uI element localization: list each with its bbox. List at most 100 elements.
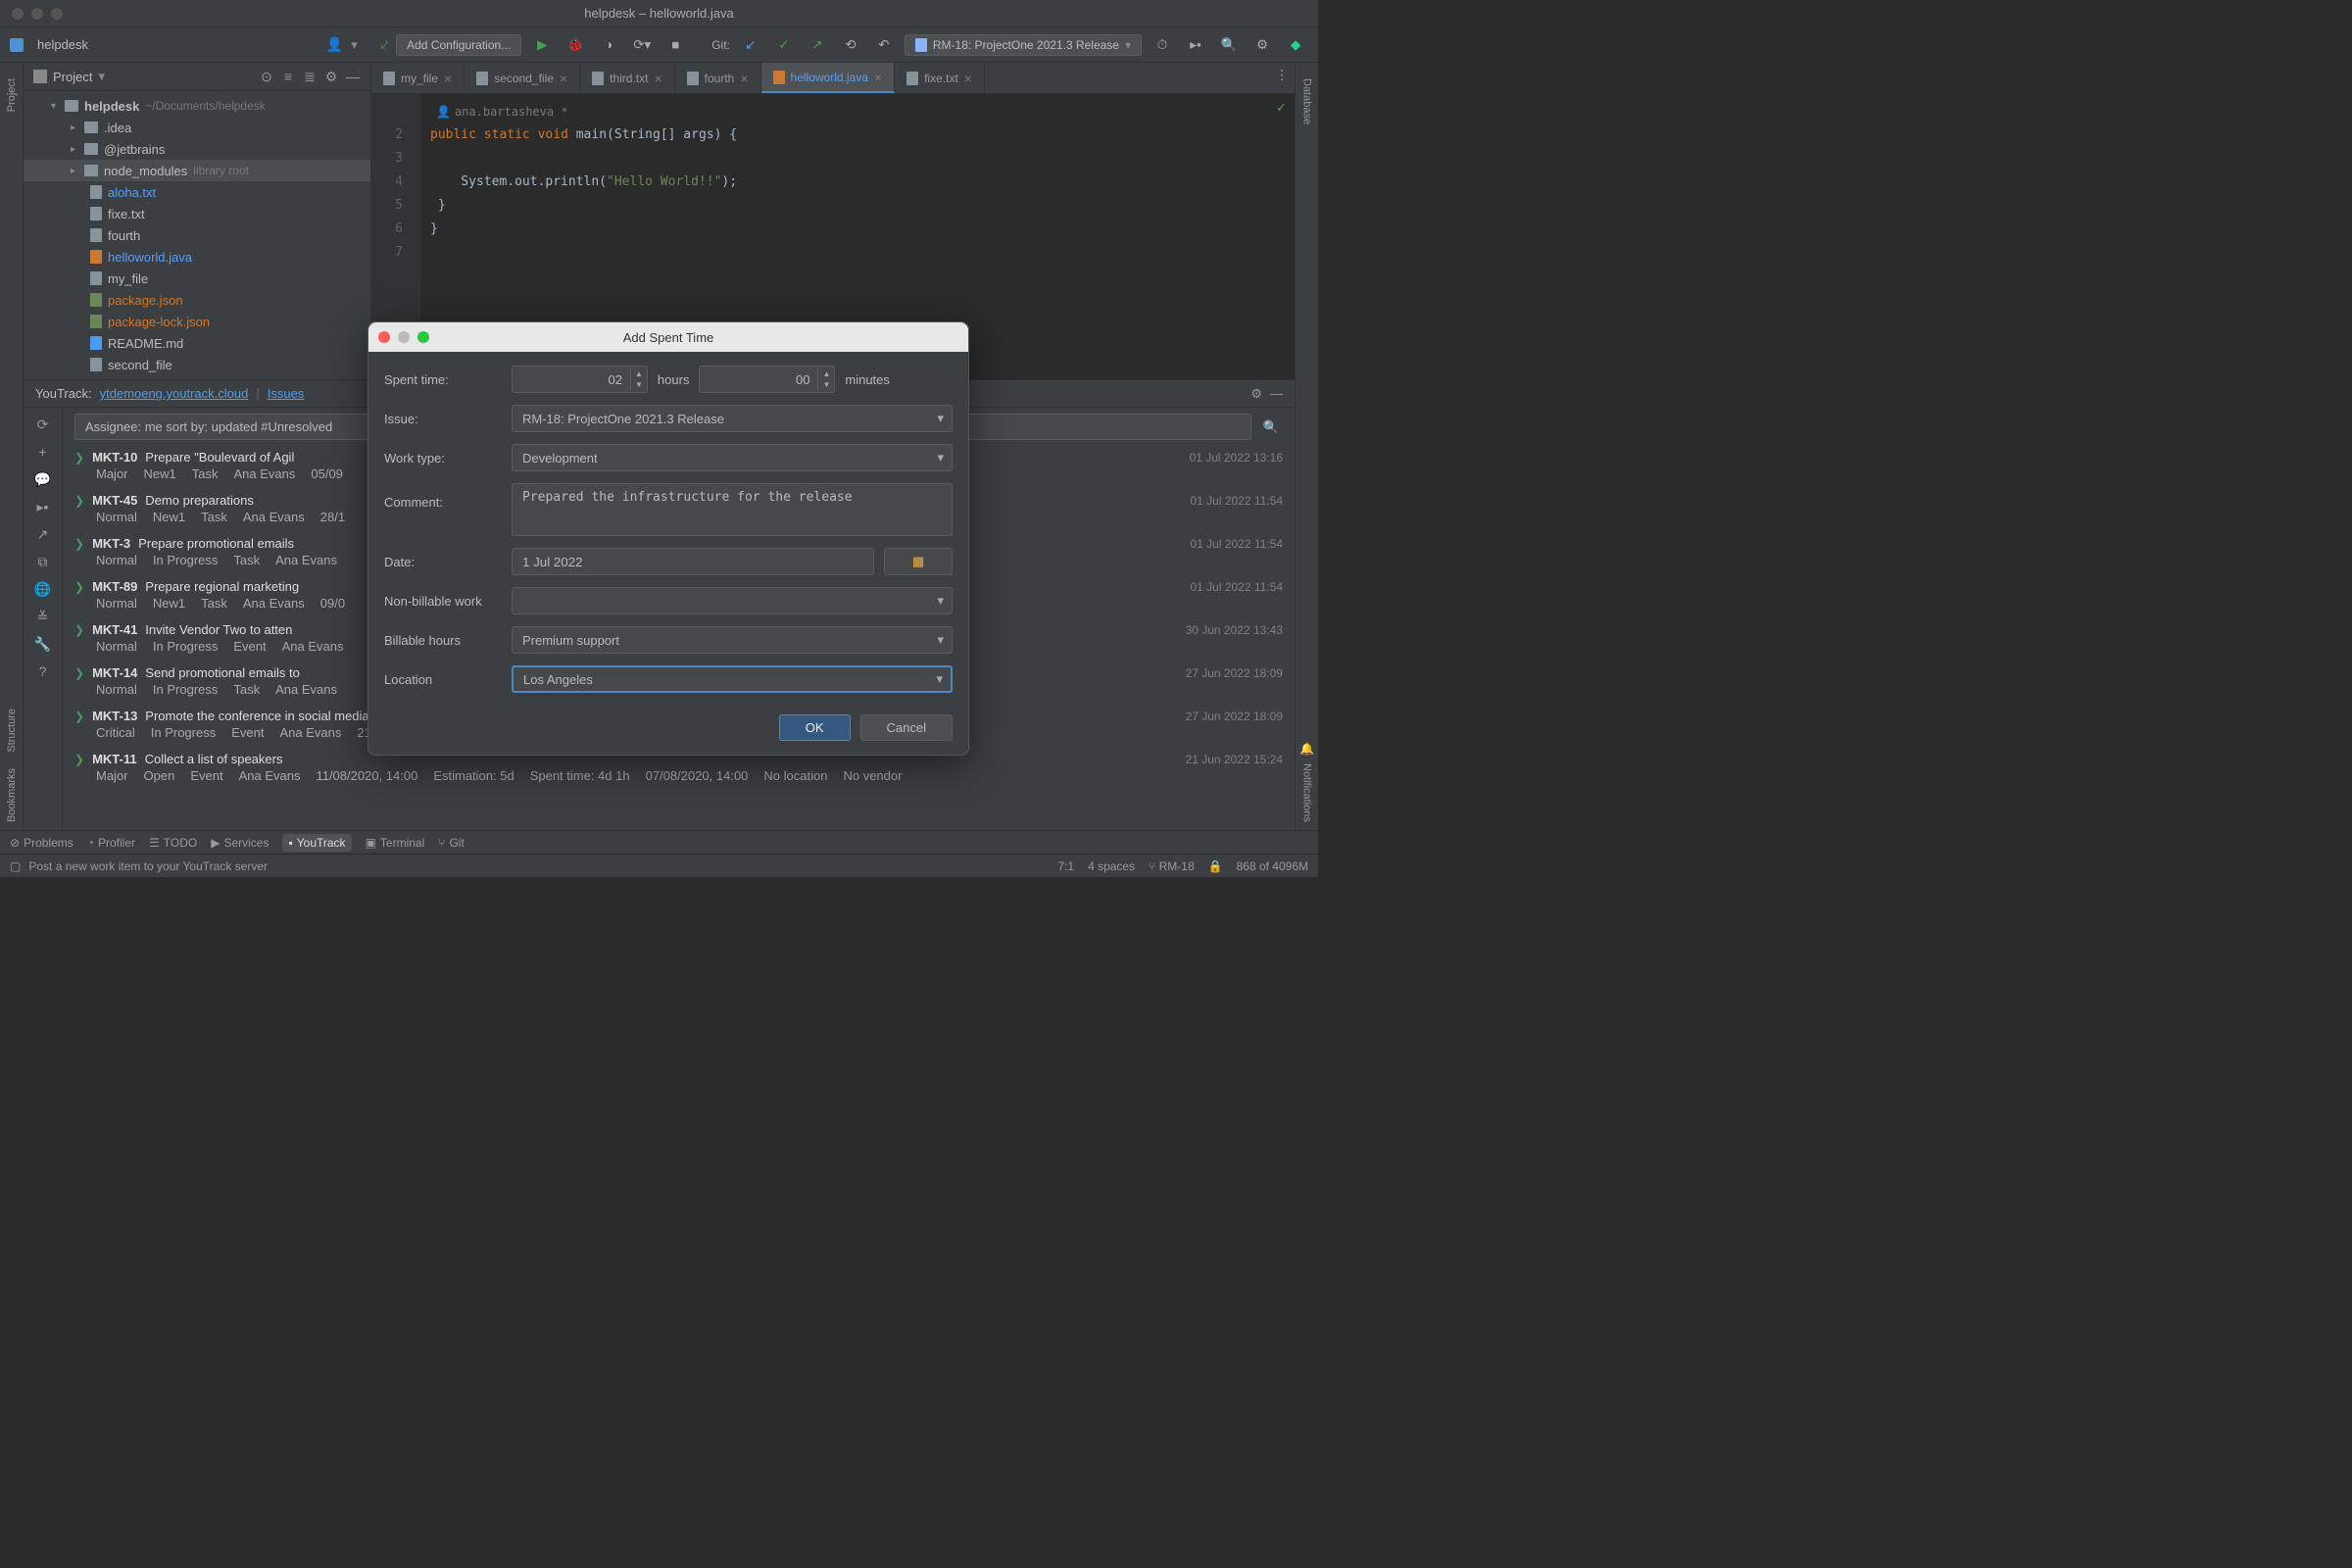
tab-options-icon[interactable]: ⋮ — [1269, 63, 1295, 88]
project-tree[interactable]: ▾ helpdesk ~/Documents/helpdesk ▸ .idea … — [24, 91, 370, 379]
hide-icon[interactable]: — — [1270, 386, 1283, 402]
run-config-dropdown[interactable]: Add Configuration... — [396, 34, 521, 56]
stop-button[interactable]: ■ — [662, 32, 688, 58]
timer-button[interactable]: ⏱ — [1150, 32, 1175, 58]
notifications-bell-icon[interactable]: 🔔 — [1299, 742, 1314, 756]
minutes-up-icon[interactable]: ▲ — [818, 368, 834, 379]
file-secondfile[interactable]: second_file — [24, 354, 370, 375]
youtrack-issues-link[interactable]: Issues — [268, 386, 305, 401]
folder-idea[interactable]: ▸ .idea — [24, 117, 370, 138]
location-select[interactable]: Los Angeles — [512, 665, 953, 693]
project-stripe-button[interactable]: Project — [6, 71, 18, 120]
comment-textarea[interactable] — [512, 483, 953, 536]
file-packagelock[interactable]: package-lock.json — [24, 311, 370, 332]
author-lens[interactable]: 👤ana.bartasheva * — [430, 100, 1285, 123]
calendar-button[interactable]: ▦ — [884, 548, 953, 575]
notifications-stripe-button[interactable]: Notifications — [1301, 756, 1313, 830]
minimize-window-icon[interactable] — [31, 8, 43, 20]
close-icon[interactable]: × — [874, 70, 882, 85]
tool-problems[interactable]: ⊘Problems — [10, 836, 74, 850]
tool-services[interactable]: ▶Services — [211, 836, 269, 850]
vcs-history-button[interactable]: ⟲ — [838, 32, 863, 58]
task-dropdown[interactable]: RM-18: ProjectOne 2021.3 Release ▾ — [905, 34, 1142, 56]
file-package[interactable]: package.json — [24, 289, 370, 311]
settings-icon[interactable]: ⚙ — [1250, 386, 1262, 402]
tool-youtrack[interactable]: ▪YouTrack — [282, 834, 351, 852]
collapse-all-icon[interactable]: ≣ — [302, 69, 318, 84]
minutes-input[interactable] — [700, 372, 817, 387]
zoom-window-icon[interactable] — [51, 8, 63, 20]
search-icon[interactable]: 🔍 — [1259, 414, 1283, 440]
open-browser-icon[interactable]: ▸▪ — [32, 496, 54, 517]
nonbillable-select[interactable] — [512, 587, 953, 614]
link-icon[interactable]: ↗ — [32, 523, 54, 545]
hide-icon[interactable]: — — [345, 69, 361, 84]
user-icon[interactable] — [326, 36, 343, 53]
chevron-right-icon[interactable]: ❯ — [74, 494, 84, 508]
close-icon[interactable]: × — [444, 71, 452, 86]
youtrack-server-link[interactable]: ytdemoeng.youtrack.cloud — [100, 386, 249, 401]
minutes-stepper[interactable]: ▲▼ — [699, 366, 835, 393]
memory-indicator[interactable]: 868 of 4096M — [1237, 859, 1308, 873]
close-icon[interactable]: × — [654, 71, 662, 86]
close-icon[interactable]: × — [560, 71, 567, 86]
tool-todo[interactable]: ☰TODO — [149, 836, 197, 850]
chevron-right-icon[interactable]: ❯ — [74, 666, 84, 680]
run-anything-button[interactable]: ▸▪ — [1183, 32, 1208, 58]
file-aloha[interactable]: aloha.txt — [24, 181, 370, 203]
cancel-button[interactable]: Cancel — [860, 714, 953, 741]
file-fourth[interactable]: fourth — [24, 224, 370, 246]
indent-info[interactable]: 4 spaces — [1088, 859, 1135, 873]
tab-second-file[interactable]: second_file× — [465, 63, 580, 93]
tool-terminal[interactable]: ▣Terminal — [366, 836, 425, 850]
build-icon[interactable]: ⤦ — [381, 37, 388, 53]
tab-helloworld[interactable]: helloworld.java× — [761, 63, 896, 93]
window-controls[interactable] — [12, 8, 63, 20]
search-everywhere-button[interactable]: 🔍 — [1216, 32, 1242, 58]
close-window-icon[interactable] — [12, 8, 24, 20]
ok-button[interactable]: OK — [779, 714, 851, 741]
folder-node-modules[interactable]: ▸ node_modules library root — [24, 160, 370, 181]
status-icon[interactable]: ▢ — [10, 859, 21, 873]
breadcrumb-project[interactable]: helpdesk — [37, 37, 88, 52]
chevron-right-icon[interactable]: ❯ — [74, 580, 84, 594]
wrench-icon[interactable]: 🔧 — [32, 633, 54, 655]
help-icon[interactable]: ? — [32, 661, 54, 682]
chevron-right-icon[interactable]: ❯ — [74, 710, 84, 723]
tool-git[interactable]: ⑂Git — [438, 836, 465, 850]
tab-my-file[interactable]: my_file× — [371, 63, 465, 93]
close-icon[interactable]: × — [740, 71, 748, 86]
hours-input[interactable] — [513, 372, 630, 387]
profile-button[interactable]: ⟳▾ — [629, 32, 655, 58]
run-button[interactable]: ▶ — [529, 32, 555, 58]
chevron-right-icon[interactable]: ❯ — [74, 537, 84, 551]
hours-stepper[interactable]: ▲▼ — [512, 366, 648, 393]
caret-position[interactable]: 7:1 — [1057, 859, 1074, 873]
tab-fourth[interactable]: fourth× — [675, 63, 761, 93]
settings-icon[interactable]: ⚙ — [323, 69, 339, 84]
inspection-ok-icon[interactable]: ✓ — [1276, 100, 1287, 116]
close-icon[interactable]: × — [964, 71, 972, 86]
settings-button[interactable]: ⚙ — [1250, 32, 1275, 58]
tool-profiler[interactable]: ◔Profiler — [87, 836, 135, 850]
chevron-right-icon[interactable]: ❯ — [74, 451, 84, 465]
file-readme[interactable]: README.md — [24, 332, 370, 354]
lock-icon[interactable]: 🔒 — [1208, 859, 1223, 873]
billable-select[interactable]: Premium support — [512, 626, 953, 654]
globe-icon[interactable]: 🌐 — [32, 578, 54, 600]
vcs-push-button[interactable]: ↗ — [805, 32, 830, 58]
hours-down-icon[interactable]: ▼ — [631, 379, 647, 390]
minutes-down-icon[interactable]: ▼ — [818, 379, 834, 390]
filter-icon[interactable]: ≚ — [32, 606, 54, 627]
jetbrains-icon[interactable]: ◆ — [1283, 32, 1308, 58]
database-stripe-button[interactable]: Database — [1301, 71, 1313, 132]
date-input[interactable] — [512, 548, 874, 575]
project-panel-title[interactable]: Project — [53, 70, 92, 84]
issue-select[interactable]: RM-18: ProjectOne 2021.3 Release — [512, 405, 953, 432]
dialog-close-icon[interactable] — [378, 331, 390, 343]
coverage-button[interactable]: ◑ — [596, 32, 621, 58]
tab-third[interactable]: third.txt× — [580, 63, 675, 93]
chevron-right-icon[interactable]: ❯ — [74, 753, 84, 766]
debug-button[interactable]: 🐞 — [563, 32, 588, 58]
vcs-update-button[interactable]: ↙ — [738, 32, 763, 58]
